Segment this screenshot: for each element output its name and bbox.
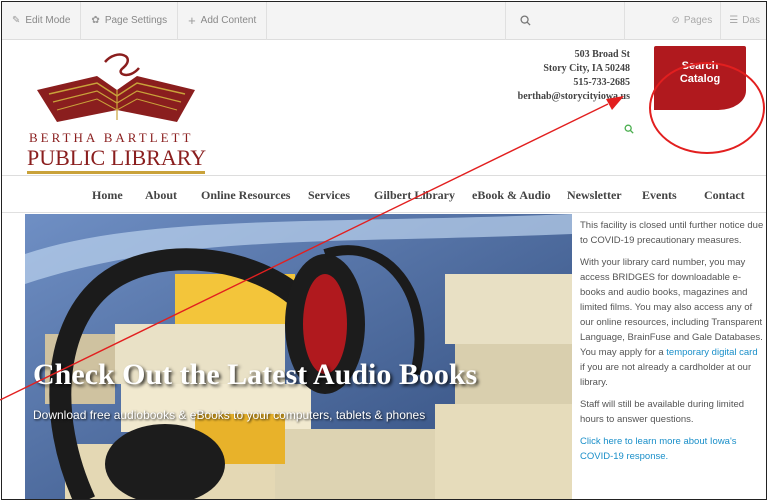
page-settings-button[interactable]: ✿ Page Settings bbox=[81, 2, 179, 40]
notice-bridges-tail: if you are not already a cardholder at o… bbox=[580, 362, 752, 388]
hero-subtitle: Download free audiobooks & eBooks to you… bbox=[33, 408, 426, 422]
notice-bridges: With your library card number, you may a… bbox=[580, 255, 764, 390]
pages-label: Pages bbox=[683, 15, 713, 26]
edit-mode-label: Edit Mode bbox=[25, 15, 71, 26]
pages-icon: ⊘ bbox=[671, 15, 680, 26]
book-logo-icon bbox=[37, 53, 195, 122]
add-content-label: Add Content bbox=[200, 15, 257, 26]
covid-response-link[interactable]: Click here to learn more about Iowa's CO… bbox=[580, 434, 764, 464]
logo-text-name: BERTHA BARTLETT bbox=[29, 130, 194, 145]
covid-notice: This facility is closed until further no… bbox=[580, 218, 764, 471]
search-icon bbox=[520, 15, 532, 26]
nav-item-contact[interactable]: Contact bbox=[704, 188, 745, 203]
pencil-icon: ✎ bbox=[12, 15, 21, 26]
pages-button[interactable]: ⊘ Pages bbox=[625, 2, 722, 40]
edit-mode-button[interactable]: ✎ Edit Mode bbox=[2, 2, 82, 40]
page-settings-label: Page Settings bbox=[104, 15, 168, 26]
contact-address: 503 Broad St Story City, IA 50248 515-73… bbox=[518, 48, 630, 104]
gear-icon: ✿ bbox=[91, 15, 100, 26]
hero-image bbox=[25, 214, 572, 499]
site-header: BERTHA BARTLETT PUBLIC LIBRARY 503 Broad… bbox=[2, 40, 766, 176]
nav-item-services[interactable]: Services bbox=[308, 188, 350, 203]
nav-item-newsletter[interactable]: Newsletter bbox=[567, 188, 622, 203]
address-phone: 515-733-2685 bbox=[573, 77, 630, 88]
address-email[interactable]: berthab@storycityiowa.us bbox=[518, 90, 630, 104]
address-street: 503 Broad St bbox=[574, 49, 630, 60]
library-logo[interactable]: BERTHA BARTLETT PUBLIC LIBRARY bbox=[27, 50, 207, 174]
cms-toolbar: ✎ Edit Mode ✿ Page Settings + Add Conten… bbox=[2, 2, 766, 40]
hero-title: Check Out the Latest Audio Books bbox=[33, 358, 478, 391]
nav-item-online-resources[interactable]: Online Resources bbox=[201, 188, 290, 203]
notice-bridges-text: With your library card number, you may a… bbox=[580, 257, 763, 358]
dashboard-button[interactable]: ☰ Das bbox=[721, 2, 766, 40]
nav-item-events[interactable]: Events bbox=[642, 188, 677, 203]
add-content-button[interactable]: + Add Content bbox=[178, 2, 268, 40]
nav-item-home[interactable]: Home bbox=[92, 188, 123, 203]
page-frame: ✎ Edit Mode ✿ Page Settings + Add Conten… bbox=[1, 1, 767, 500]
dashboard-label: Das bbox=[742, 15, 760, 26]
plus-icon: + bbox=[188, 13, 196, 28]
address-city: Story City, IA 50248 bbox=[543, 63, 630, 74]
toolbar-search-button[interactable] bbox=[505, 2, 626, 40]
nav-item-about[interactable]: About bbox=[145, 188, 177, 203]
hero-slide[interactable]: Check Out the Latest Audio Books Downloa… bbox=[25, 214, 572, 499]
nav-item-ebook-audio[interactable]: eBook & Audio bbox=[472, 188, 551, 203]
nav-item-gilbert-library[interactable]: Gilbert Library bbox=[374, 188, 455, 203]
notice-closed: This facility is closed until further no… bbox=[580, 220, 764, 246]
logo-text-library: PUBLIC LIBRARY bbox=[27, 145, 206, 174]
notice-staff: Staff will still be available during lim… bbox=[580, 399, 745, 425]
annotation-circle bbox=[649, 62, 765, 154]
temporary-digital-card-link[interactable]: temporary digital card bbox=[666, 347, 757, 358]
header-search-icon[interactable] bbox=[624, 124, 634, 137]
dashboard-icon: ☰ bbox=[729, 15, 739, 26]
main-navigation: Home About Online Resources Services Gil… bbox=[2, 177, 766, 213]
